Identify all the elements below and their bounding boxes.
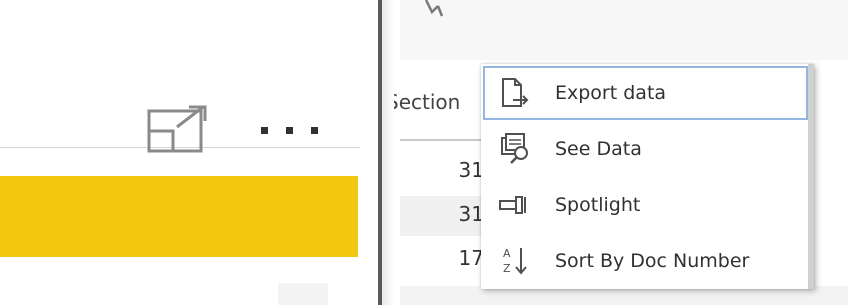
toolbar-strip bbox=[400, 0, 848, 60]
see-data-icon bbox=[497, 132, 533, 166]
left-bottom-control bbox=[278, 283, 328, 305]
spotlight-icon bbox=[497, 188, 533, 222]
menu-item-label: Spotlight bbox=[555, 194, 641, 216]
table-row[interactable]: 17 bbox=[400, 240, 490, 280]
column-header-underline bbox=[400, 139, 490, 141]
pane-divider-shadow bbox=[382, 0, 394, 305]
menu-item-label: Sort By Doc Number bbox=[555, 250, 750, 272]
menu-item-label: See Data bbox=[555, 138, 642, 160]
menu-item-export-data[interactable]: Export data bbox=[483, 66, 808, 120]
column-header-section[interactable]: Section bbox=[394, 80, 482, 125]
menu-scrollbar[interactable] bbox=[808, 64, 814, 289]
highlighted-bar bbox=[0, 176, 358, 257]
menu-item-see-data[interactable]: See Data bbox=[483, 122, 808, 176]
export-data-icon bbox=[497, 76, 533, 110]
table-row[interactable]: 31 bbox=[400, 152, 490, 192]
filter-icon[interactable] bbox=[420, 0, 460, 28]
menu-item-spotlight[interactable]: Spotlight bbox=[483, 178, 808, 232]
sort-az-icon: A Z bbox=[497, 244, 533, 278]
more-options-icon[interactable] bbox=[252, 118, 328, 142]
svg-text:Z: Z bbox=[503, 262, 511, 275]
focus-mode-icon[interactable] bbox=[147, 105, 209, 155]
context-menu: Export data See Data Spotlight A Z Sort … bbox=[481, 64, 814, 289]
menu-item-sort-by-doc-number[interactable]: A Z Sort By Doc Number bbox=[483, 234, 808, 288]
menu-item-label: Export data bbox=[555, 82, 667, 104]
svg-text:A: A bbox=[503, 247, 511, 260]
table-row[interactable]: 31 bbox=[400, 196, 490, 236]
